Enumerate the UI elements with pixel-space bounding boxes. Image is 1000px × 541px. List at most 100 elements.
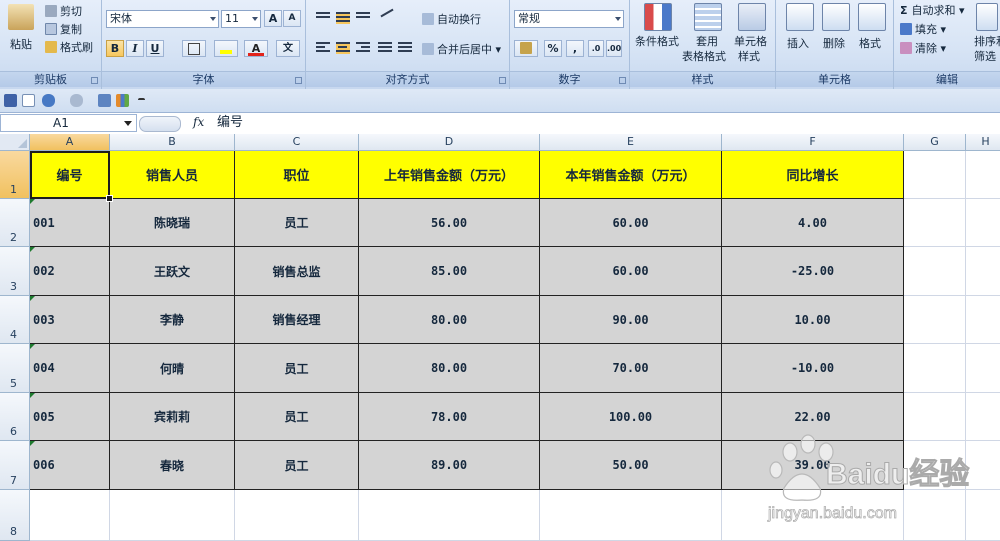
cell-f3[interactable]: -25.00: [722, 247, 904, 296]
conditional-format-button[interactable]: 条件格式: [635, 33, 679, 49]
cell-e5[interactable]: 70.00: [540, 344, 722, 393]
fill-handle[interactable]: [106, 195, 113, 202]
cell-f1[interactable]: 同比增长: [722, 151, 904, 199]
borders-button[interactable]: [182, 40, 206, 57]
cell-b3[interactable]: 王跃文: [110, 247, 235, 296]
row-header-6[interactable]: 6: [0, 393, 30, 441]
increase-decimal-button[interactable]: .0: [588, 40, 604, 57]
percent-button[interactable]: %: [544, 40, 562, 57]
cell-e1[interactable]: 本年销售金额（万元）: [540, 151, 722, 199]
row-header-5[interactable]: 5: [0, 344, 30, 393]
column-header-f[interactable]: F: [722, 134, 904, 151]
font-size-select[interactable]: 11: [221, 10, 261, 28]
column-header-d[interactable]: D: [359, 134, 540, 151]
cell-e7[interactable]: 50.00: [540, 441, 722, 490]
cell-f4[interactable]: 10.00: [722, 296, 904, 344]
font-color-button[interactable]: A: [244, 40, 268, 57]
paste-icon[interactable]: [8, 4, 34, 30]
cell-d7[interactable]: 89.00: [359, 441, 540, 490]
conditional-format-icon[interactable]: [644, 3, 672, 31]
cut-button[interactable]: 剪切: [45, 3, 82, 19]
copy-button[interactable]: 复制: [45, 21, 82, 37]
cell-a5[interactable]: 004: [30, 344, 110, 393]
underline-button[interactable]: U: [146, 40, 164, 57]
cell-h4[interactable]: [966, 296, 1000, 344]
cell-d5[interactable]: 80.00: [359, 344, 540, 393]
column-header-h[interactable]: H: [966, 134, 1000, 151]
row-header-1[interactable]: 1: [0, 151, 30, 199]
orientation-icon[interactable]: [380, 8, 394, 24]
cell-h3[interactable]: [966, 247, 1000, 296]
column-header-a[interactable]: A: [30, 134, 110, 151]
cell-b2[interactable]: 陈晓瑞: [110, 199, 235, 247]
cell-b4[interactable]: 李静: [110, 296, 235, 344]
cell-d1[interactable]: 上年销售金额（万元）: [359, 151, 540, 199]
insert-function-button[interactable]: fx: [193, 115, 204, 129]
cell-a2[interactable]: 001: [30, 199, 110, 247]
cell-f8[interactable]: [722, 490, 904, 541]
column-header-b[interactable]: B: [110, 134, 235, 151]
cell-e4[interactable]: 90.00: [540, 296, 722, 344]
column-header-e[interactable]: E: [540, 134, 722, 151]
number-format-select[interactable]: 常规: [514, 10, 624, 28]
align-bottom-icon[interactable]: [356, 12, 370, 24]
cell-c2[interactable]: 员工: [235, 199, 359, 247]
align-middle-icon[interactable]: [336, 12, 350, 24]
increase-indent-icon[interactable]: [398, 42, 412, 54]
align-left-icon[interactable]: [316, 42, 330, 54]
save-icon[interactable]: [4, 94, 17, 107]
cell-d8[interactable]: [359, 490, 540, 541]
cell-g8[interactable]: [904, 490, 966, 541]
cell-g2[interactable]: [904, 199, 966, 247]
cell-style-button-2[interactable]: 样式: [738, 48, 760, 64]
cell-f6[interactable]: 22.00: [722, 393, 904, 441]
print-preview-icon[interactable]: [98, 94, 111, 107]
decrease-indent-icon[interactable]: [378, 42, 392, 54]
cell-a4[interactable]: 003: [30, 296, 110, 344]
cell-h5[interactable]: [966, 344, 1000, 393]
cell-b7[interactable]: 春晓: [110, 441, 235, 490]
currency-button[interactable]: [514, 40, 538, 57]
phonetic-button[interactable]: 文: [276, 40, 300, 57]
row-header-8[interactable]: 8: [0, 490, 30, 541]
cell-h1[interactable]: [966, 151, 1000, 199]
comma-button[interactable]: ,: [566, 40, 584, 57]
cell-g4[interactable]: [904, 296, 966, 344]
cell-h8[interactable]: [966, 490, 1000, 541]
align-top-icon[interactable]: [316, 12, 330, 24]
row-header-4[interactable]: 4: [0, 296, 30, 344]
autosum-button[interactable]: Σ 自动求和 ▾: [900, 2, 965, 18]
row-header-2[interactable]: 2: [0, 199, 30, 247]
delete-button[interactable]: 删除: [823, 35, 845, 51]
cell-g5[interactable]: [904, 344, 966, 393]
wrap-text-button[interactable]: 自动换行: [422, 11, 481, 27]
cell-f2[interactable]: 4.00: [722, 199, 904, 247]
undo-icon[interactable]: [42, 94, 55, 107]
column-header-g[interactable]: G: [904, 134, 966, 151]
cell-c1[interactable]: 职位: [235, 151, 359, 199]
cell-h2[interactable]: [966, 199, 1000, 247]
shrink-font-button[interactable]: A: [283, 10, 301, 27]
cell-g3[interactable]: [904, 247, 966, 296]
font-launcher-icon[interactable]: [295, 77, 302, 84]
cell-c4[interactable]: 销售经理: [235, 296, 359, 344]
formula-input[interactable]: 编号: [217, 114, 243, 132]
cell-e2[interactable]: 60.00: [540, 199, 722, 247]
cell-g7[interactable]: [904, 441, 966, 490]
cell-e8[interactable]: [540, 490, 722, 541]
table-format-icon[interactable]: [694, 3, 722, 31]
cell-c5[interactable]: 员工: [235, 344, 359, 393]
alignment-launcher-icon[interactable]: [499, 77, 506, 84]
sort-icon[interactable]: [976, 3, 998, 31]
format-table-button-1[interactable]: 套用: [696, 33, 718, 49]
cell-e3[interactable]: 60.00: [540, 247, 722, 296]
row-header-3[interactable]: 3: [0, 247, 30, 296]
name-box-dropdown-icon[interactable]: [124, 121, 132, 126]
font-name-select[interactable]: 宋体: [106, 10, 219, 28]
insert-icon[interactable]: [786, 3, 814, 31]
cell-a8[interactable]: [30, 490, 110, 541]
cell-c6[interactable]: 员工: [235, 393, 359, 441]
cell-f7[interactable]: 39.00: [722, 441, 904, 490]
fill-color-button[interactable]: [214, 40, 238, 57]
cell-a7[interactable]: 006: [30, 441, 110, 490]
